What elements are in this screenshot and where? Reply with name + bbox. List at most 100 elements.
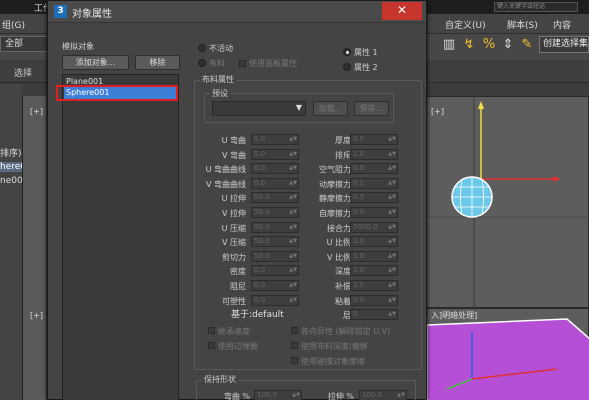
mirror-icon[interactable]: ▥ [441, 37, 457, 53]
viewport-top[interactable]: [+] [426, 96, 589, 309]
viewport-perspective-scene [427, 318, 589, 400]
right-param-spinner[interactable]: 5000.0 ▲▼ [350, 221, 398, 233]
right-param-label: 厚度 [335, 136, 351, 145]
edit-named-selection-icon[interactable]: ✎ [519, 37, 535, 53]
right-param-spinner[interactable]: 0.5 ▲▼ [350, 192, 398, 204]
right-param-label: 排斥 [335, 150, 351, 160]
use-panel-properties-checkbox[interactable] [239, 60, 246, 67]
left-param-value: 50.0 [254, 193, 270, 202]
left-param-label: V 拉伸 [221, 209, 246, 218]
right-param-label: 深度 [335, 267, 351, 277]
spinner-snap-icon[interactable]: ⇕ [500, 37, 516, 53]
cloth-radio[interactable] [198, 59, 206, 67]
right-param-spinner[interactable]: 1.0 ▲▼ [350, 280, 398, 291]
inactive-radio[interactable] [198, 44, 206, 52]
viewport-label[interactable]: [+] [30, 107, 43, 116]
collision-friction-checkbox[interactable] [291, 357, 298, 364]
left-param-label: V 压缩 [221, 238, 246, 248]
menu-script[interactable]: 脚本(S) [507, 18, 538, 31]
right-param-spinner[interactable]: 0.0 ▲▼ [350, 163, 398, 175]
spinner-arrows-icon[interactable]: ▲▼ [388, 208, 396, 217]
viewport-perspective[interactable]: 入]明暗处理] [426, 308, 589, 400]
right-param-label: 层 [343, 311, 351, 321]
left-param-value: 0.0 [254, 164, 266, 173]
right-param-value: 0.0 [353, 295, 365, 304]
spinner-arrows-icon[interactable]: ▲▼ [388, 223, 396, 232]
left-param-label: U 弯曲 [221, 136, 246, 145]
use-edge-springs-label: 使用边弹簧 [218, 342, 258, 351]
collision-friction-label: 使用碰撞对象摩擦 [301, 357, 365, 366]
spinner-arrows-icon[interactable]: ▲▼ [388, 237, 396, 246]
inherit-velocity-checkbox[interactable] [208, 327, 215, 334]
menu-group[interactable]: 组(G) [2, 18, 25, 31]
menu-content[interactable]: 内容 [553, 18, 571, 31]
menu-customize[interactable]: 自定义(U) [445, 18, 486, 31]
based-on-label: 基于:default [231, 310, 284, 320]
spinner-arrows-icon[interactable]: ▲▼ [388, 266, 396, 275]
right-param-label: U 比例 [326, 238, 351, 248]
right-param-spinner[interactable]: 0.0 ▲▼ [350, 294, 398, 306]
preset-dropdown[interactable]: ▼ [212, 101, 306, 116]
left-param-label: V 弯曲曲线 [205, 179, 246, 189]
scene-explorer-item[interactable]: ne00 [0, 176, 23, 186]
spinner-arrows-icon[interactable]: ▲▼ [388, 135, 396, 144]
spinner-arrows-icon[interactable]: ▲▼ [388, 193, 396, 202]
cloth-label: 布料 [209, 59, 225, 68]
ribbon-select-label: 选择 [14, 69, 33, 79]
spinner-arrows-icon[interactable]: ▲▼ [388, 281, 396, 290]
search-input[interactable]: 键入关键字或短语 [494, 2, 578, 12]
chevron-down-icon: ▼ [295, 103, 302, 112]
right-param-spinner[interactable]: 1.0 ▲▼ [350, 148, 398, 160]
right-param-value: 0.0 [353, 135, 365, 143]
right-param-value: 0 [353, 310, 358, 319]
right-param-spinner[interactable]: 0.0 ▲▼ [350, 207, 398, 218]
spinner-arrows-icon[interactable]: ▲▼ [388, 179, 396, 188]
right-param-spinner[interactable]: 1.0 ▲▼ [350, 250, 398, 262]
snap-percent-icon[interactable]: % [481, 37, 497, 53]
selection-filter-dropdown[interactable]: 全部 [0, 36, 50, 52]
left-param-label: 阻尼 [230, 282, 246, 291]
scene-explorer-sort[interactable]: 排序) [0, 146, 22, 159]
anisotropic-label: 各向异性 (解除锁定 U,V) [301, 327, 391, 336]
right-param-value: 1.0 [353, 281, 365, 289]
viewport-label[interactable]: [+] [30, 311, 43, 320]
spinner-arrows-icon[interactable]: ▲▼ [388, 164, 396, 173]
object-list[interactable]: Plane001 Sphere001 [62, 74, 179, 400]
load-button[interactable]: 加载... [313, 101, 348, 116]
anisotropic-checkbox[interactable] [291, 327, 298, 334]
property1-radio[interactable] [343, 48, 351, 56]
right-param-spinner[interactable]: 0 ▲▼ [350, 309, 398, 321]
spinner-arrows-icon[interactable]: ▲▼ [388, 150, 396, 159]
right-param-spinner[interactable]: 1.0 ▲▼ [350, 265, 398, 277]
right-param-spinner[interactable]: 0.1 ▲▼ [350, 177, 398, 189]
left-param-value: 50.0 [254, 208, 270, 216]
close-button[interactable]: ✕ [382, 2, 422, 20]
right-param-spinner[interactable]: 0.0 ▲▼ [350, 134, 398, 145]
left-param-value: 50.0 [254, 222, 270, 231]
property2-radio[interactable] [343, 63, 351, 71]
use-panel-properties-label: 使用面板属性 [249, 59, 297, 68]
keep-shape-bend-value: 100.0 [257, 391, 278, 399]
left-param-label: U 弯曲曲线 [205, 165, 246, 175]
spinner-arrows-icon[interactable]: ▲▼ [397, 391, 405, 400]
use-cloth-depth-checkbox[interactable] [291, 342, 298, 349]
use-edge-springs-checkbox[interactable] [208, 342, 215, 349]
snap-angle-icon[interactable]: ↯ [461, 37, 477, 53]
remove-button[interactable]: 移除 [135, 55, 180, 70]
right-param-value: 0.5 [353, 193, 365, 202]
spinner-arrows-icon[interactable]: ▲▼ [388, 252, 396, 261]
right-param-label: V 比例 [326, 252, 351, 262]
simulated-objects-label: 模拟对象 [62, 42, 94, 51]
spinner-arrows-icon[interactable]: ▲▼ [388, 296, 396, 305]
left-param-label: 密度 [230, 267, 246, 277]
right-param-value: 0.1 [353, 178, 365, 187]
highlight-annotation-box [56, 85, 178, 101]
dialog-title-bar[interactable]: 3 对象属性 ✕ [48, 1, 426, 23]
named-selection-set[interactable]: 创建选择集 [539, 36, 589, 53]
save-button[interactable]: 保存... [354, 101, 389, 116]
keep-shape-stretch-spinner[interactable]: 100.0 ▲▼ [359, 390, 407, 400]
add-object-button[interactable]: 添加对象... [62, 55, 129, 70]
spinner-arrows-icon[interactable]: ▲▼ [388, 310, 396, 319]
right-param-spinner[interactable]: 1.0 ▲▼ [350, 236, 398, 248]
viewport-left[interactable] [22, 96, 46, 400]
